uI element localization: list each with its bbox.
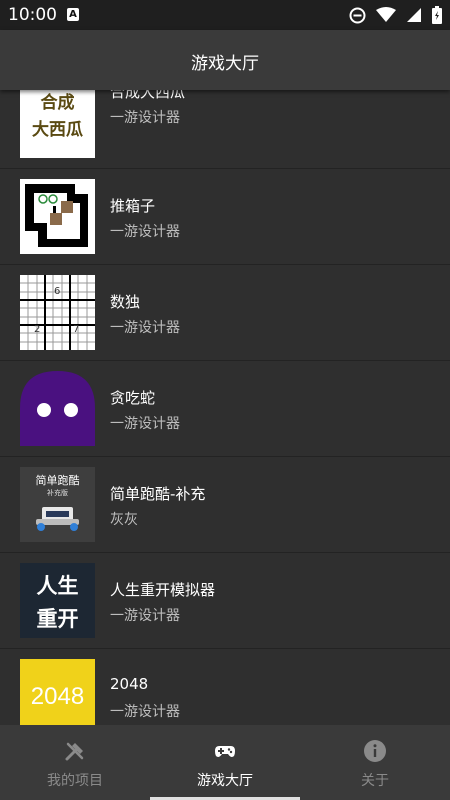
- game-author: 一游设计器: [110, 608, 180, 624]
- sudoku-digit: 2: [34, 324, 41, 335]
- thumb-text: 重开: [36, 607, 79, 631]
- game-author: 灰灰: [110, 512, 138, 528]
- thumb-text: 人生: [36, 574, 79, 598]
- battery-icon: [432, 6, 442, 24]
- wifi-icon: [376, 7, 396, 22]
- tab-label: 关于: [361, 773, 389, 789]
- status-time: 10:00: [8, 5, 57, 25]
- 2048-thumbnail: 2048: [20, 659, 95, 725]
- list-item[interactable]: 6 2 7 数独 一游设计器: [0, 264, 450, 361]
- notification-a-icon: A: [67, 8, 79, 21]
- ghost-icon: [20, 371, 95, 446]
- game-author: 一游设计器: [110, 224, 180, 240]
- bottom-navigation: 我的项目 游戏大厅 关于: [0, 725, 450, 800]
- gamepad-icon: [215, 746, 235, 757]
- sokoban-icon: [20, 179, 95, 254]
- thumb-text: 2048: [30, 683, 85, 710]
- signal-icon: [407, 8, 421, 22]
- game-author: 一游设计器: [110, 320, 180, 336]
- game-author: 一游设计器: [110, 704, 180, 720]
- tab-my-projects[interactable]: 我的项目: [0, 725, 150, 800]
- sudoku-thumbnail: 6 2 7: [20, 275, 95, 350]
- game-author: 一游设计器: [110, 416, 180, 432]
- page-title: 游戏大厅: [191, 54, 259, 74]
- sudoku-digit: 6: [54, 286, 61, 297]
- build-tools-icon: [65, 742, 84, 761]
- game-name: 2048: [110, 675, 149, 693]
- life-sim-thumbnail: 人生 重开: [20, 563, 95, 638]
- game-name: 推箱子: [110, 197, 156, 215]
- list-item[interactable]: 合成 大西瓜 合成大西瓜 一游设计器: [0, 90, 450, 169]
- list-item[interactable]: 贪吃蛇 一游设计器: [0, 360, 450, 457]
- game-name: 合成大西瓜: [110, 90, 186, 101]
- status-bar: 10:00 A: [0, 0, 450, 30]
- car-icon: [36, 507, 79, 531]
- game-name: 人生重开模拟器: [110, 581, 216, 599]
- tab-label: 游戏大厅: [197, 773, 253, 789]
- game-list[interactable]: 合成 大西瓜 合成大西瓜 一游设计器 推箱子 一游设计器 6 2 7 数独 一游…: [0, 90, 450, 725]
- tab-about[interactable]: 关于: [300, 725, 450, 800]
- info-icon: [364, 740, 386, 762]
- app-bar: 游戏大厅: [0, 30, 450, 90]
- thumb-text: 大西瓜: [32, 120, 83, 140]
- thumb-text: 合成: [40, 93, 75, 113]
- list-item[interactable]: 推箱子 一游设计器: [0, 168, 450, 265]
- parkour-thumbnail: 简单跑酷 补充版: [20, 467, 95, 542]
- game-name: 贪吃蛇: [110, 389, 156, 407]
- do-not-disturb-icon: [349, 7, 366, 23]
- game-name: 简单跑酷-补充: [110, 485, 206, 503]
- snake-thumbnail: [20, 371, 95, 446]
- list-item[interactable]: 2048 2048 一游设计器: [0, 648, 450, 725]
- sokoban-thumbnail: [20, 179, 95, 254]
- status-icons: [349, 6, 442, 24]
- tab-label: 我的项目: [47, 773, 103, 789]
- watermelon-thumbnail: 合成 大西瓜: [20, 90, 95, 158]
- game-name: 数独: [110, 293, 141, 311]
- list-item[interactable]: 简单跑酷 补充版 简单跑酷-补充 灰灰: [0, 456, 450, 553]
- list-item[interactable]: 人生 重开 人生重开模拟器 一游设计器: [0, 552, 450, 649]
- tab-game-hall[interactable]: 游戏大厅: [150, 725, 300, 800]
- game-author: 一游设计器: [110, 110, 180, 126]
- sudoku-digit: 7: [73, 324, 80, 335]
